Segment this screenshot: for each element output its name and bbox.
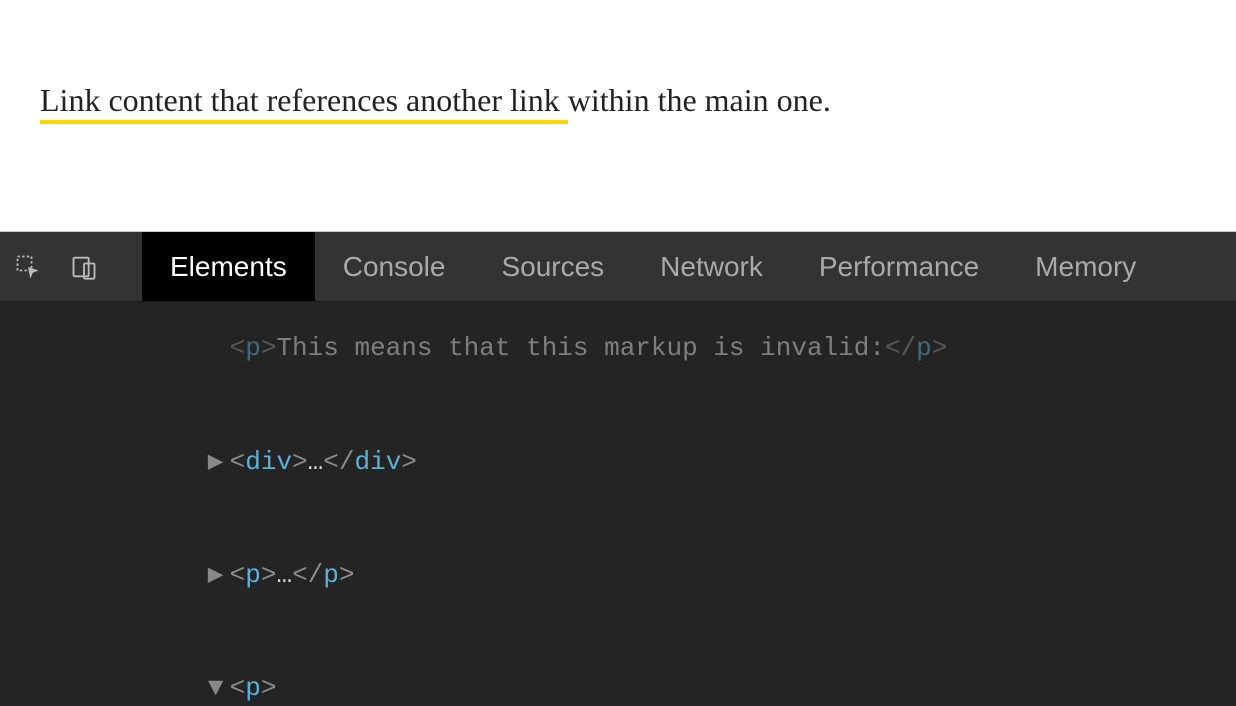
preview-rest-text: within the main one. [568,82,831,118]
rendered-page-preview: Link content that references another lin… [0,0,1236,232]
device-icon [70,253,98,281]
tab-console[interactable]: Console [315,232,474,301]
preview-link-2-text: another link [406,82,568,118]
collapse-toggle-icon[interactable]: ▼ [204,670,228,706]
device-toolbar-button[interactable] [56,232,112,301]
preview-link-1-text: Link content that references [40,82,406,118]
expand-toggle-icon[interactable]: ▶ [204,444,228,480]
dom-node-p-prev[interactable]: <p>This means that this markup is invali… [0,302,1236,405]
expand-toggle-icon[interactable]: ▶ [204,557,228,593]
devtools-panel: Elements Console Sources Network Perform… [0,232,1236,706]
dom-node-p-collapsed[interactable]: ▶<p>…</p> [0,518,1236,631]
preview-link-1[interactable]: Link content that references another lin… [40,82,568,124]
preview-paragraph: Link content that references another lin… [40,80,1196,122]
tab-network[interactable]: Network [632,232,791,301]
inspect-icon [14,253,42,281]
tab-elements[interactable]: Elements [142,232,315,301]
tab-sources[interactable]: Sources [473,232,632,301]
tab-performance[interactable]: Performance [791,232,1007,301]
inspect-element-button[interactable] [0,232,56,301]
devtools-tabbar: Elements Console Sources Network Perform… [0,232,1236,302]
tab-memory[interactable]: Memory [1007,232,1164,301]
dom-node-p-expanded[interactable]: ▼<p> [0,632,1236,706]
elements-tree[interactable]: <p>This means that this markup is invali… [0,302,1236,706]
dom-node-div-collapsed[interactable]: ▶<div>…</div> [0,405,1236,518]
